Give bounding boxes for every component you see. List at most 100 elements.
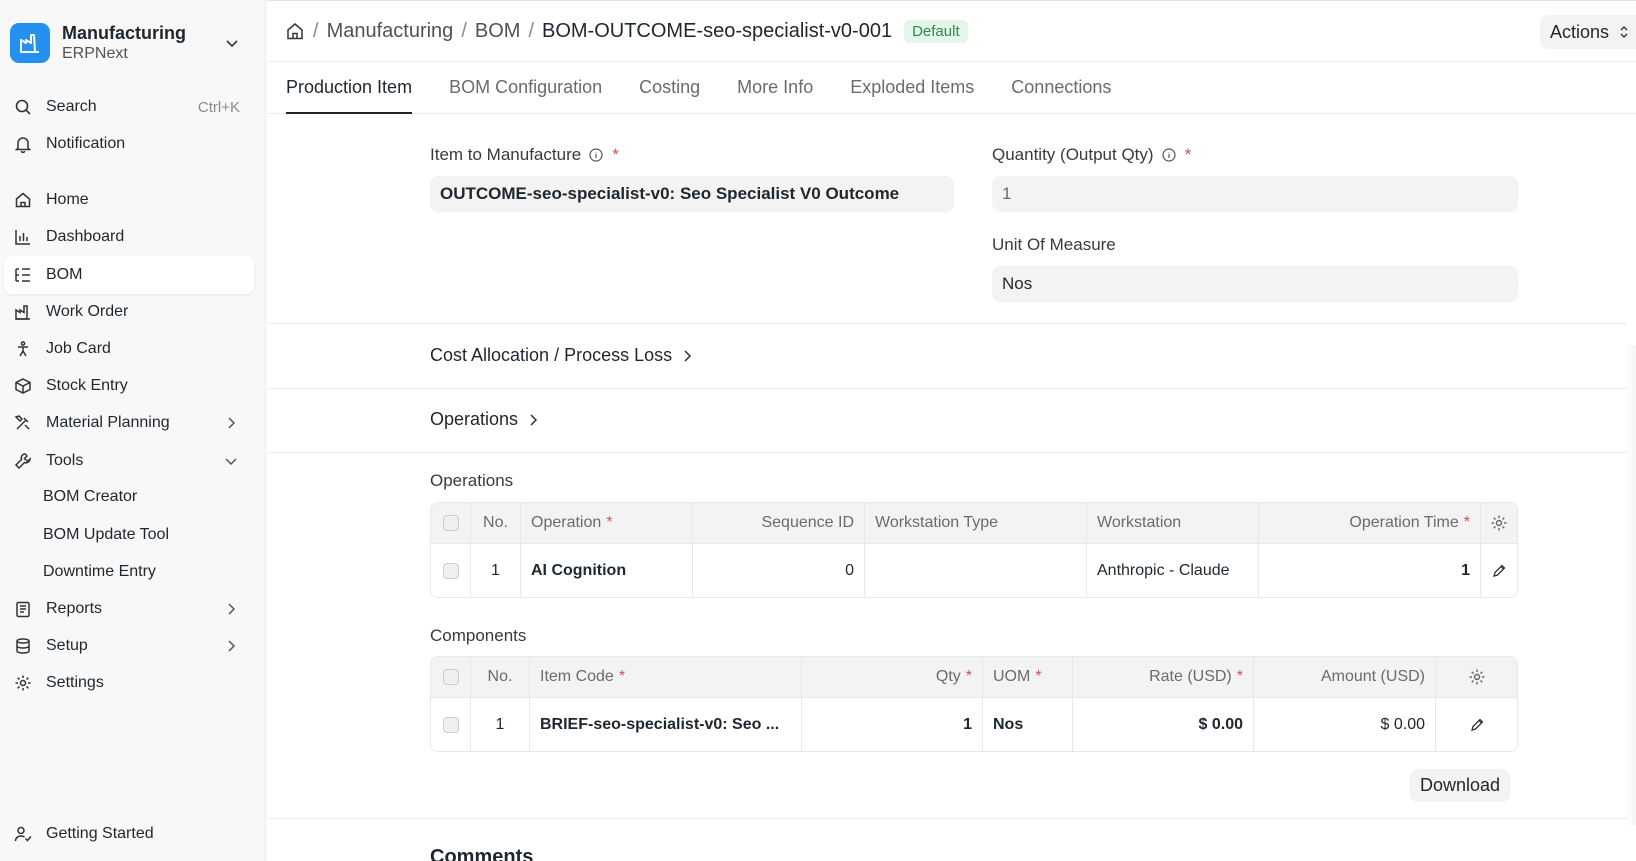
col-uom-label: UOM xyxy=(993,668,1031,685)
sidebar-item-label: Home xyxy=(46,191,89,208)
clipboard-icon xyxy=(12,598,34,620)
search-shortcut: Ctrl+K xyxy=(197,98,240,116)
quantity-field[interactable]: 1 xyxy=(992,176,1518,212)
select-all-checkbox-cell[interactable] xyxy=(431,657,471,697)
section-cost-allocation[interactable]: Cost Allocation / Process Loss xyxy=(430,345,694,366)
sidebar-item-bom-creator[interactable]: BOM Creator xyxy=(4,478,254,516)
col-rate-label: Rate (USD) xyxy=(1149,668,1232,685)
table-row[interactable]: 1 BRIEF-seo-specialist-v0: Seo ... 1 Nos… xyxy=(431,697,1517,751)
cell-sequence-id[interactable]: 0 xyxy=(693,544,865,597)
cell-no: 1 xyxy=(471,698,530,751)
gear-icon xyxy=(12,672,34,694)
sidebar-item-dashboard[interactable]: Dashboard xyxy=(4,218,254,256)
tab-connections[interactable]: Connections xyxy=(1011,62,1111,113)
col-uom: UOM * xyxy=(983,657,1073,697)
sidebar-item-label: Job Card xyxy=(46,340,111,357)
tab-costing[interactable]: Costing xyxy=(639,62,700,113)
table-row[interactable]: 1 AI Cognition 0 Anthropic - Claude 1 xyxy=(431,543,1517,597)
cell-operation-time[interactable]: 1 xyxy=(1259,544,1481,597)
chevron-right-icon[interactable] xyxy=(222,414,240,432)
sidebar-item-label: Setup xyxy=(46,637,88,654)
sidebar-item-setup[interactable]: Setup xyxy=(4,627,254,665)
row-checkbox-cell[interactable] xyxy=(431,698,471,751)
select-all-checkbox[interactable] xyxy=(442,515,459,531)
tools-icon xyxy=(12,412,34,434)
tab-exploded-items[interactable]: Exploded Items xyxy=(850,62,974,113)
col-operation-label: Operation xyxy=(531,514,602,531)
col-operation-time: Operation Time * xyxy=(1259,503,1481,543)
home-icon xyxy=(12,189,34,211)
table-header-row: No. Operation * Sequence ID Workstation T… xyxy=(431,503,1517,543)
section-operations[interactable]: Operations xyxy=(430,409,540,430)
sidebar-search[interactable]: Search Ctrl+K xyxy=(4,88,254,126)
sidebar-item-label: Downtime Entry xyxy=(43,563,156,580)
uom-label: Unit Of Measure xyxy=(992,235,1116,255)
gear-icon[interactable] xyxy=(1436,657,1517,697)
required-mark: * xyxy=(1463,514,1470,531)
col-item-code-label: Item Code xyxy=(540,668,614,685)
divider xyxy=(267,388,1627,389)
cell-workstation-type[interactable] xyxy=(865,544,1087,597)
sidebar-item-tools[interactable]: Tools xyxy=(4,442,254,480)
cell-operation[interactable]: AI Cognition xyxy=(521,544,693,597)
sidebar-item-material-planning[interactable]: Material Planning xyxy=(4,404,254,442)
col-rate: Rate (USD) * xyxy=(1073,657,1254,697)
cell-workstation[interactable]: Anthropic - Claude xyxy=(1087,544,1259,597)
chevron-right-icon[interactable] xyxy=(222,637,240,655)
breadcrumb-manufacturing[interactable]: Manufacturing xyxy=(327,20,454,43)
uom-value: Nos xyxy=(1002,274,1033,293)
chevron-down-icon[interactable] xyxy=(222,33,242,53)
sidebar-notification-label: Notification xyxy=(46,135,126,152)
sidebar-item-label: Tools xyxy=(46,452,84,469)
chevron-right-icon[interactable] xyxy=(222,600,240,618)
tab-production-item[interactable]: Production Item xyxy=(286,62,413,114)
home-icon[interactable] xyxy=(285,21,305,41)
col-qty-label: Qty xyxy=(935,668,961,685)
row-checkbox[interactable] xyxy=(442,562,459,579)
cell-uom[interactable]: Nos xyxy=(983,698,1073,751)
cell-qty[interactable]: 1 xyxy=(802,698,983,751)
sidebar-item-bom-update-tool[interactable]: BOM Update Tool xyxy=(4,516,254,554)
cell-item-code[interactable]: BRIEF-seo-specialist-v0: Seo ... xyxy=(530,698,802,751)
edit-icon[interactable] xyxy=(1481,544,1517,597)
col-workstation-type: Workstation Type xyxy=(865,503,1087,543)
sidebar-item-bom[interactable]: BOM xyxy=(4,256,254,294)
chevron-down-icon[interactable] xyxy=(222,452,240,470)
tab-more-info[interactable]: More Info xyxy=(737,62,813,113)
page-header: / Manufacturing / BOM / BOM-OUTCOME-seo-… xyxy=(267,0,1636,62)
sidebar-item-settings[interactable]: Settings xyxy=(4,664,254,702)
gear-icon[interactable] xyxy=(1481,503,1517,543)
app-switcher[interactable]: Manufacturing ERPNext xyxy=(10,18,256,68)
operations-table-title: Operations xyxy=(430,471,514,490)
sidebar-item-reports[interactable]: Reports xyxy=(4,590,254,628)
sidebar-item-stock-entry[interactable]: Stock Entry xyxy=(4,367,254,405)
sidebar-item-label: Settings xyxy=(46,674,104,691)
sidebar-item-label: Stock Entry xyxy=(46,377,128,394)
user-check-icon xyxy=(12,823,34,845)
sidebar-item-label: Work Order xyxy=(46,303,129,320)
cell-rate[interactable]: $ 0.00 xyxy=(1073,698,1254,751)
col-sequence-id: Sequence ID xyxy=(693,503,865,543)
sidebar-item-home[interactable]: Home xyxy=(4,181,254,219)
item-label-text: Item to Manufacture xyxy=(430,145,582,164)
tab-bom-configuration[interactable]: BOM Configuration xyxy=(449,62,602,113)
sidebar-item-job-card[interactable]: Job Card xyxy=(4,330,254,368)
download-button[interactable]: Download xyxy=(1410,769,1511,802)
sidebar-item-work-order[interactable]: Work Order xyxy=(4,293,254,331)
edit-icon[interactable] xyxy=(1436,698,1517,751)
uom-field[interactable]: Nos xyxy=(992,266,1518,302)
sidebar-getting-started[interactable]: Getting Started xyxy=(4,815,254,853)
item-to-manufacture-field[interactable]: OUTCOME-seo-specialist-v0: Seo Specialis… xyxy=(430,176,954,212)
actions-button[interactable]: Actions xyxy=(1540,15,1636,49)
sidebar-notification[interactable]: Notification xyxy=(4,125,254,163)
row-checkbox[interactable] xyxy=(442,716,459,733)
select-all-checkbox[interactable] xyxy=(442,669,459,685)
breadcrumb-bom[interactable]: BOM xyxy=(475,20,521,43)
quantity-value: 1 xyxy=(1002,184,1012,203)
sidebar-item-downtime-entry[interactable]: Downtime Entry xyxy=(4,553,254,591)
col-qty: Qty * xyxy=(802,657,983,697)
row-checkbox-cell[interactable] xyxy=(431,544,471,597)
select-all-checkbox-cell[interactable] xyxy=(431,503,471,543)
operations-table: No. Operation * Sequence ID Workstation T… xyxy=(430,502,1518,598)
sidebar-item-label: BOM Update Tool xyxy=(43,526,169,543)
